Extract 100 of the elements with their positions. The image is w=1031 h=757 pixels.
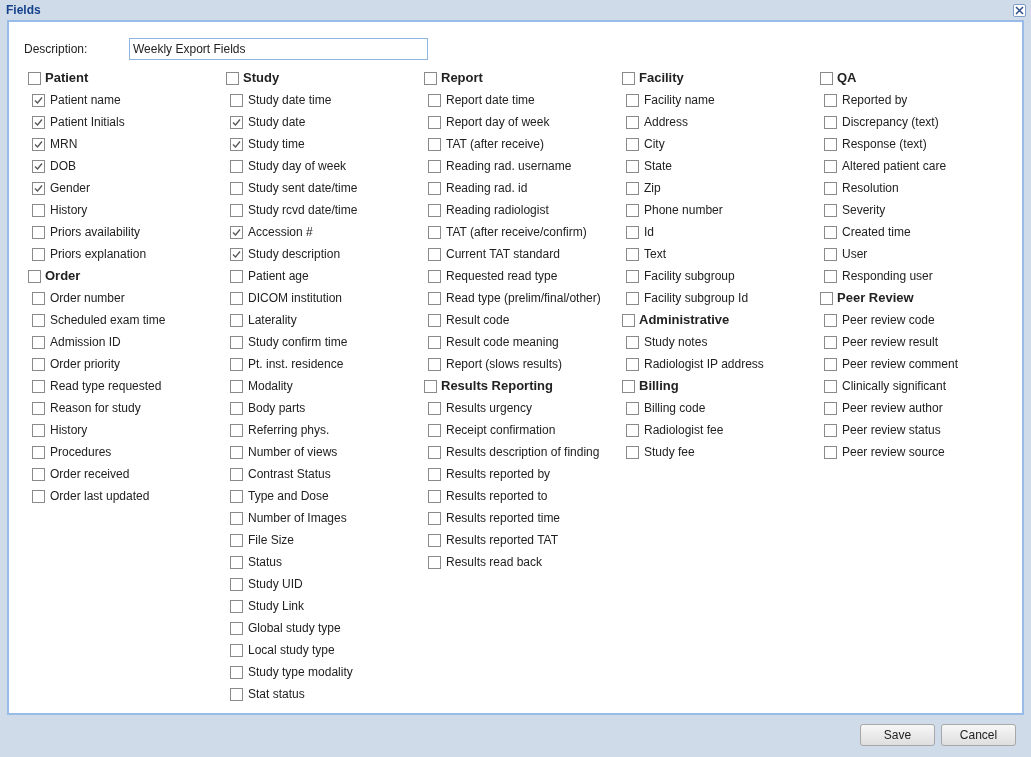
checkbox[interactable] (32, 159, 45, 173)
checkbox[interactable] (32, 335, 45, 349)
checkbox[interactable] (230, 313, 243, 327)
checkbox[interactable] (32, 467, 45, 481)
checkbox[interactable] (626, 93, 639, 107)
checkbox[interactable] (226, 71, 239, 85)
checkbox[interactable] (626, 203, 639, 217)
checkbox[interactable] (230, 533, 243, 547)
checkbox[interactable] (824, 137, 837, 151)
checkbox[interactable] (32, 137, 45, 151)
checkbox[interactable] (626, 269, 639, 283)
checkbox[interactable] (230, 115, 243, 129)
checkbox[interactable] (32, 181, 45, 195)
checkbox[interactable] (32, 423, 45, 437)
checkbox[interactable] (230, 159, 243, 173)
checkbox[interactable] (824, 159, 837, 173)
dialog-button[interactable]: Cancel (941, 724, 1016, 746)
checkbox[interactable] (428, 269, 441, 283)
checkbox[interactable] (230, 181, 243, 195)
checkbox[interactable] (28, 71, 41, 85)
checkbox[interactable] (424, 71, 437, 85)
checkbox[interactable] (230, 137, 243, 151)
checkbox[interactable] (428, 511, 441, 525)
checkbox[interactable] (824, 445, 837, 459)
checkbox[interactable] (32, 225, 45, 239)
checkbox[interactable] (824, 115, 837, 129)
checkbox[interactable] (32, 401, 45, 415)
description-field[interactable]: Weekly Export Fields (129, 38, 428, 60)
checkbox[interactable] (32, 115, 45, 129)
checkbox[interactable] (424, 379, 437, 393)
checkbox[interactable] (230, 225, 243, 239)
checkbox[interactable] (428, 533, 441, 547)
checkbox[interactable] (824, 181, 837, 195)
checkbox[interactable] (428, 335, 441, 349)
checkbox[interactable] (626, 225, 639, 239)
checkbox[interactable] (230, 511, 243, 525)
checkbox[interactable] (428, 357, 441, 371)
close-button[interactable] (1013, 3, 1026, 17)
checkbox[interactable] (824, 335, 837, 349)
checkbox[interactable] (622, 71, 635, 85)
checkbox[interactable] (428, 203, 441, 217)
checkbox[interactable] (428, 445, 441, 459)
checkbox[interactable] (230, 423, 243, 437)
checkbox[interactable] (626, 423, 639, 437)
checkbox[interactable] (428, 467, 441, 481)
checkbox[interactable] (820, 71, 833, 85)
checkbox[interactable] (230, 599, 243, 613)
checkbox[interactable] (428, 313, 441, 327)
checkbox[interactable] (626, 159, 639, 173)
checkbox[interactable] (824, 247, 837, 261)
checkbox[interactable] (428, 401, 441, 415)
checkbox[interactable] (428, 93, 441, 107)
checkbox[interactable] (824, 203, 837, 217)
dialog-button[interactable]: Save (860, 724, 935, 746)
checkbox[interactable] (626, 291, 639, 305)
checkbox[interactable] (230, 467, 243, 481)
checkbox[interactable] (428, 489, 441, 503)
checkbox[interactable] (230, 621, 243, 635)
checkbox[interactable] (626, 115, 639, 129)
checkbox[interactable] (28, 269, 41, 283)
checkbox[interactable] (230, 445, 243, 459)
checkbox[interactable] (428, 247, 441, 261)
checkbox[interactable] (824, 93, 837, 107)
checkbox[interactable] (428, 423, 441, 437)
checkbox[interactable] (230, 269, 243, 283)
checkbox[interactable] (230, 93, 243, 107)
checkbox[interactable] (824, 313, 837, 327)
checkbox[interactable] (230, 665, 243, 679)
checkbox[interactable] (32, 291, 45, 305)
checkbox[interactable] (626, 335, 639, 349)
checkbox[interactable] (230, 555, 243, 569)
checkbox[interactable] (32, 379, 45, 393)
checkbox[interactable] (230, 203, 243, 217)
checkbox[interactable] (32, 247, 45, 261)
checkbox[interactable] (824, 269, 837, 283)
checkbox[interactable] (230, 687, 243, 701)
checkbox[interactable] (32, 489, 45, 503)
checkbox[interactable] (626, 357, 639, 371)
checkbox[interactable] (428, 159, 441, 173)
checkbox[interactable] (428, 115, 441, 129)
checkbox[interactable] (824, 379, 837, 393)
checkbox[interactable] (824, 357, 837, 371)
checkbox[interactable] (622, 313, 635, 327)
checkbox[interactable] (230, 379, 243, 393)
checkbox[interactable] (824, 423, 837, 437)
checkbox[interactable] (824, 401, 837, 415)
checkbox[interactable] (626, 401, 639, 415)
checkbox[interactable] (428, 137, 441, 151)
checkbox[interactable] (626, 247, 639, 261)
checkbox[interactable] (428, 225, 441, 239)
checkbox[interactable] (230, 643, 243, 657)
checkbox[interactable] (32, 203, 45, 217)
checkbox[interactable] (32, 93, 45, 107)
checkbox[interactable] (824, 225, 837, 239)
checkbox[interactable] (622, 379, 635, 393)
checkbox[interactable] (428, 181, 441, 195)
checkbox[interactable] (32, 313, 45, 327)
checkbox[interactable] (626, 137, 639, 151)
checkbox[interactable] (428, 555, 441, 569)
checkbox[interactable] (230, 247, 243, 261)
